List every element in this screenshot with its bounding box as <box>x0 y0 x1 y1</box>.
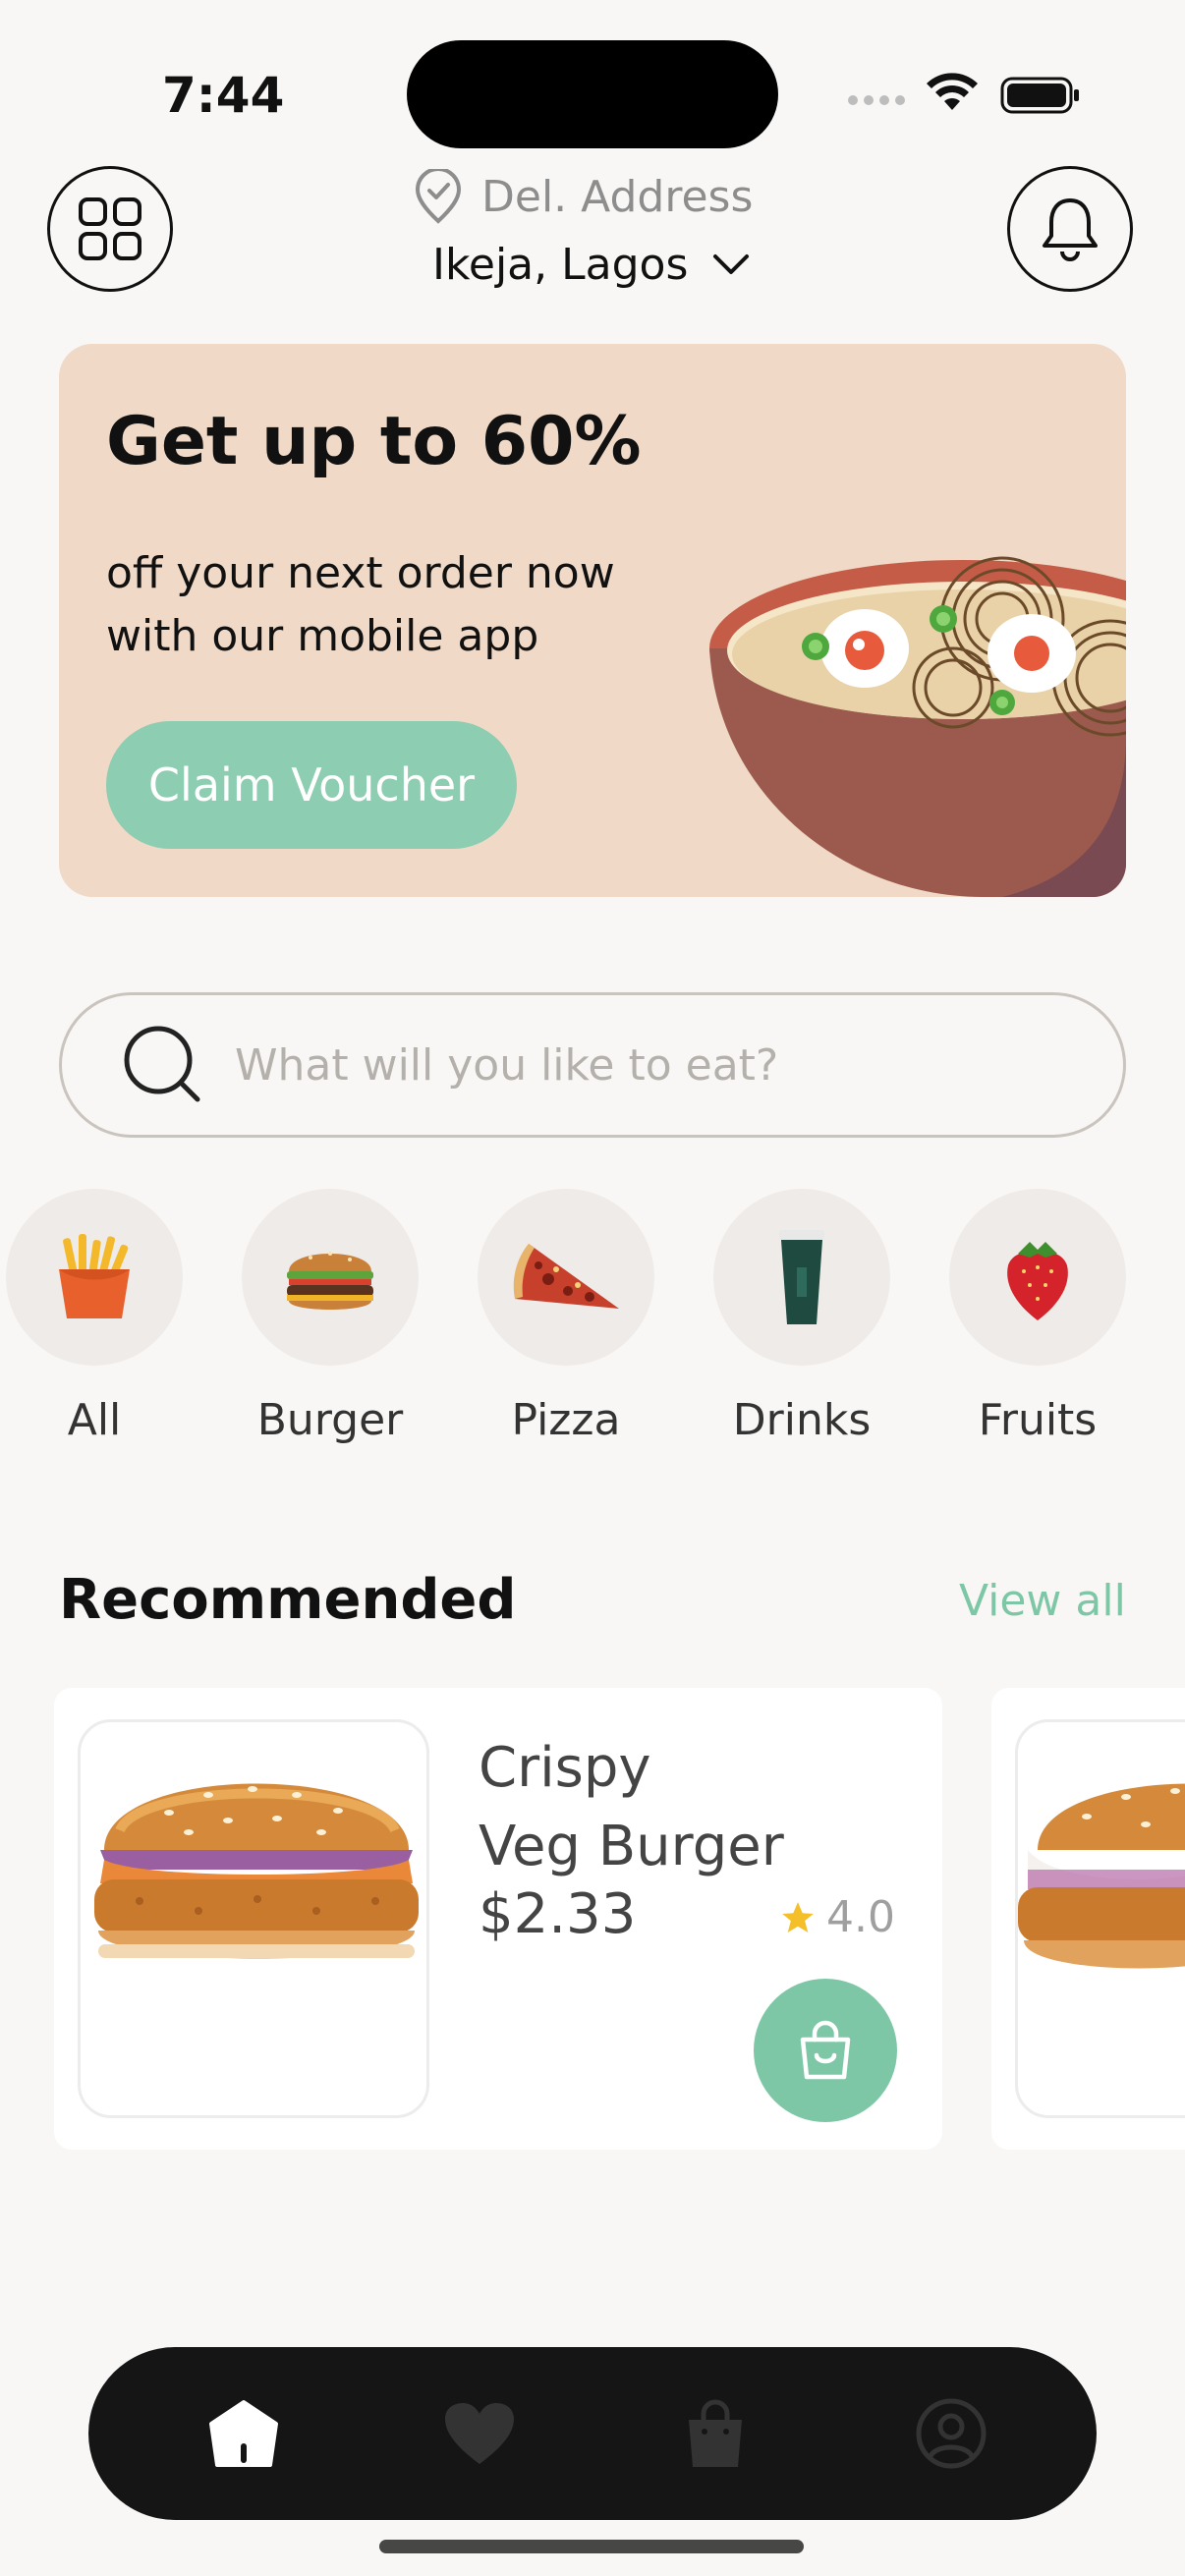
grid-icon <box>79 197 141 260</box>
noodle-bowl-illustration <box>709 556 1126 897</box>
nav-home[interactable] <box>197 2386 291 2481</box>
strawberry-icon <box>1007 1242 1068 1320</box>
food-price: $2.33 <box>479 1882 637 1946</box>
delivery-address-label[interactable]: Del. Address <box>413 167 753 226</box>
food-name: Crispy Veg Burger <box>479 1729 931 1886</box>
shopping-bag-icon <box>800 2020 851 2080</box>
pizza-slice-icon <box>513 1244 619 1309</box>
category-burger[interactable]: Burger <box>242 1189 419 1445</box>
category-label: Drinks <box>732 1395 872 1445</box>
dynamic-island <box>407 40 778 148</box>
category-fruits-thumb <box>949 1189 1126 1366</box>
category-pizza-thumb <box>478 1189 654 1366</box>
category-all[interactable]: All <box>6 1189 183 1445</box>
category-burger-thumb <box>242 1189 419 1366</box>
category-label: Fruits <box>978 1395 1098 1445</box>
food-name-line-1: Crispy <box>479 1736 651 1800</box>
chevron-down-icon <box>713 254 750 274</box>
bell-icon <box>1043 198 1098 261</box>
nav-favorites[interactable] <box>432 2386 527 2481</box>
category-pizza[interactable]: Pizza <box>478 1189 654 1445</box>
status-time: 7:44 <box>162 67 285 124</box>
promo-subtitle-line-2: with our mobile app <box>106 611 539 661</box>
burger-icon <box>287 1252 373 1310</box>
claim-voucher-button[interactable]: Claim Voucher <box>106 721 517 849</box>
promo-banner[interactable]: Get up to 60% off your next order now wi… <box>59 344 1126 897</box>
add-to-cart-button[interactable] <box>754 1979 897 2122</box>
promo-title: Get up to 60% <box>106 403 642 480</box>
battery-icon <box>1000 77 1079 114</box>
search-icon <box>124 1026 200 1102</box>
menu-button[interactable] <box>47 166 173 292</box>
search-input[interactable] <box>233 1038 1072 1092</box>
nav-cart[interactable] <box>668 2386 762 2481</box>
category-all-thumb <box>6 1189 183 1366</box>
category-label: All <box>67 1395 122 1445</box>
category-drinks[interactable]: Drinks <box>713 1189 890 1445</box>
category-drinks-thumb <box>713 1189 890 1366</box>
recommended-title: Recommended <box>59 1568 517 1632</box>
food-rating: 4.0 <box>779 1892 895 1942</box>
cellular-signal-icon <box>848 95 905 105</box>
fries-icon <box>59 1234 130 1318</box>
heart-icon <box>445 2403 514 2464</box>
recommended-card[interactable]: Crispy Veg Burger $2.33 4.0 <box>54 1688 942 2150</box>
star-icon <box>782 1901 814 1932</box>
category-fruits[interactable]: Fruits <box>949 1189 1126 1445</box>
food-image <box>1015 1719 1185 2118</box>
home-icon <box>209 2400 278 2467</box>
address-label-text: Del. Address <box>481 171 754 222</box>
notifications-button[interactable] <box>1007 166 1133 292</box>
search-bar[interactable] <box>59 992 1126 1138</box>
category-label: Pizza <box>511 1395 621 1445</box>
category-label: Burger <box>256 1395 404 1445</box>
cup-icon <box>779 1230 824 1324</box>
location-pin-icon <box>415 169 462 224</box>
profile-icon <box>916 2398 987 2469</box>
promo-subtitle: off your next order now with our mobile … <box>106 542 696 668</box>
recommended-card-partial[interactable] <box>991 1688 1185 2150</box>
nav-profile[interactable] <box>904 2386 998 2481</box>
address-selector[interactable]: Ikeja, Lagos <box>432 232 751 297</box>
wifi-icon <box>927 73 978 110</box>
promo-subtitle-line-1: off your next order now <box>106 548 615 598</box>
food-name-line-2: Veg Burger <box>479 1815 784 1878</box>
food-image <box>78 1719 429 2118</box>
view-all-link[interactable]: View all <box>959 1576 1126 1626</box>
home-indicator <box>379 2540 804 2553</box>
rating-value: 4.0 <box>826 1892 895 1942</box>
bag-icon <box>689 2399 742 2467</box>
bottom-nav <box>88 2347 1097 2520</box>
address-value: Ikeja, Lagos <box>432 239 689 290</box>
status-indicators <box>847 73 1083 116</box>
